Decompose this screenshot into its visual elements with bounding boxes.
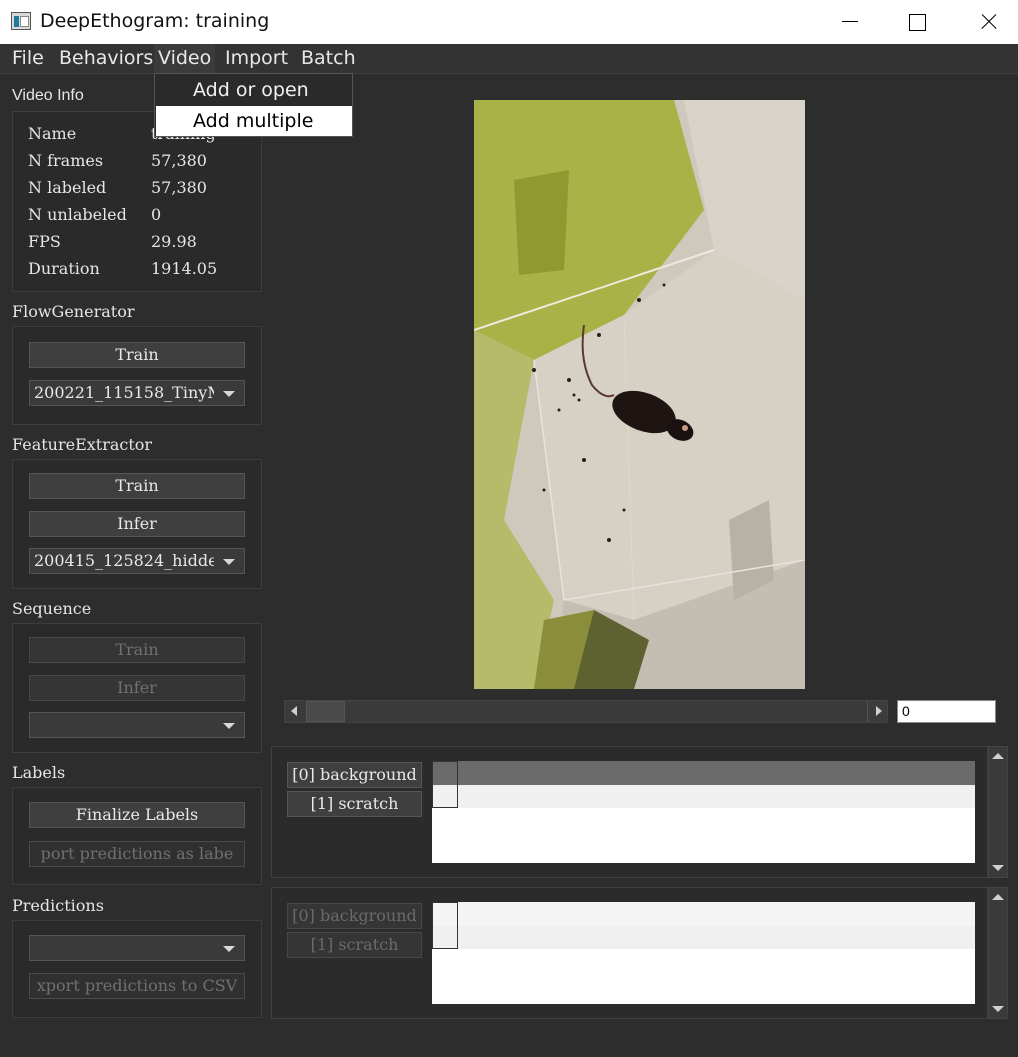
flowgenerator-train-button[interactable]: Train bbox=[29, 342, 245, 368]
menu-batch[interactable]: Batch bbox=[301, 44, 356, 73]
predictions-group: xport predictions to CSV bbox=[12, 920, 262, 1018]
featureextractor-model-select[interactable]: 200415_125824_hidden_t bbox=[29, 548, 245, 574]
scrollbar-handle[interactable] bbox=[306, 701, 345, 722]
info-key: N frames bbox=[28, 151, 104, 170]
ethogram-row-scratch bbox=[432, 926, 975, 949]
info-key: N unlabeled bbox=[28, 205, 127, 224]
minimize-button[interactable] bbox=[822, 0, 878, 44]
info-row-n-labeled: N labeled 57,380 bbox=[28, 178, 207, 197]
ethogram-row-background bbox=[432, 902, 975, 926]
video-menu-dropdown: Add or open Add multiple bbox=[154, 73, 353, 137]
sequence-infer-button[interactable]: Infer bbox=[29, 675, 245, 701]
menu-import[interactable]: Import bbox=[225, 44, 288, 73]
app-icon bbox=[11, 12, 31, 30]
sequence-model-select[interactable] bbox=[29, 712, 245, 738]
video-info-group: Nametraining N frames 57,380 N labeled 57,… bbox=[12, 111, 262, 292]
sequence-title: Sequence bbox=[12, 599, 92, 618]
scroll-down-arrow-icon[interactable] bbox=[989, 1000, 1007, 1018]
predictions-vertical-scrollbar[interactable] bbox=[988, 887, 1008, 1019]
info-row-duration: Duration 1914.05 bbox=[28, 259, 217, 278]
ethogram-row-scratch bbox=[432, 785, 975, 808]
predictions-select[interactable] bbox=[29, 935, 245, 961]
flowgenerator-title: FlowGenerator bbox=[12, 302, 135, 321]
menu-bar: File Behaviors Video Import Batch bbox=[0, 44, 1018, 73]
info-value: 29.98 bbox=[151, 232, 197, 251]
info-key: Duration bbox=[28, 259, 100, 278]
sequence-train-button[interactable]: Train bbox=[29, 637, 245, 663]
frame-number-input[interactable]: 0 bbox=[897, 700, 996, 723]
prediction-behavior-scratch[interactable]: [1] scratch bbox=[287, 932, 422, 958]
title-bar: DeepEthogram: training bbox=[0, 0, 1018, 44]
scroll-down-arrow-icon[interactable] bbox=[989, 859, 1007, 877]
predictions-title: Predictions bbox=[12, 896, 104, 915]
scroll-up-arrow-icon[interactable] bbox=[989, 747, 1007, 765]
label-behavior-scratch[interactable]: [1] scratch bbox=[287, 791, 422, 817]
prediction-behavior-background[interactable]: [0] background bbox=[287, 903, 422, 929]
menu-behaviors[interactable]: Behaviors bbox=[59, 44, 153, 73]
scroll-up-arrow-icon[interactable] bbox=[989, 888, 1007, 906]
chevron-down-icon bbox=[223, 559, 235, 565]
chevron-down-icon bbox=[223, 391, 235, 397]
labels-title: Labels bbox=[12, 763, 66, 782]
featureextractor-group: Train Infer 200415_125824_hidden_t bbox=[12, 459, 262, 589]
export-predictions-button[interactable]: xport predictions to CSV bbox=[29, 973, 245, 999]
labels-ethogram-panel: [0] background [1] scratch bbox=[271, 746, 988, 878]
flowgenerator-model-select[interactable]: 200221_115158_TinyMot bbox=[29, 380, 245, 406]
finalize-labels-button[interactable]: Finalize Labels bbox=[29, 802, 245, 828]
menu-item-add-multiple[interactable]: Add multiple bbox=[156, 106, 352, 136]
chevron-down-icon bbox=[223, 946, 235, 952]
info-row-fps: FPS 29.98 bbox=[28, 232, 197, 251]
info-key: FPS bbox=[28, 232, 61, 251]
info-key: Name bbox=[28, 124, 77, 143]
scroll-right-arrow-icon[interactable] bbox=[867, 701, 887, 722]
menu-file[interactable]: File bbox=[12, 44, 44, 73]
featureextractor-infer-button[interactable]: Infer bbox=[29, 511, 245, 537]
flowgenerator-group: Train 200221_115158_TinyMot bbox=[12, 326, 262, 425]
chevron-down-icon bbox=[223, 723, 235, 729]
info-value: 1914.05 bbox=[151, 259, 218, 278]
maximize-button[interactable] bbox=[889, 0, 945, 44]
info-value: 0 bbox=[151, 205, 162, 224]
featureextractor-model-text: 200415_125824_hidden_t bbox=[34, 551, 214, 570]
info-value: 57,380 bbox=[151, 178, 207, 197]
info-key: N labeled bbox=[28, 178, 107, 197]
flowgenerator-model-text: 200221_115158_TinyMot bbox=[34, 383, 214, 402]
import-predictions-as-labels-button[interactable]: port predictions as labe bbox=[29, 841, 245, 867]
video-frame[interactable] bbox=[474, 100, 805, 689]
menu-video[interactable]: Video bbox=[154, 44, 216, 73]
video-scrollbar[interactable] bbox=[284, 700, 888, 723]
scroll-left-arrow-icon[interactable] bbox=[285, 701, 305, 722]
info-row-name: Nametraining bbox=[28, 124, 216, 143]
labels-ethogram[interactable] bbox=[432, 761, 975, 863]
labels-vertical-scrollbar[interactable] bbox=[988, 746, 1008, 878]
menu-item-add-or-open[interactable]: Add or open bbox=[156, 75, 352, 105]
label-behavior-background[interactable]: [0] background bbox=[287, 762, 422, 788]
labels-group: Finalize Labels port predictions as labe bbox=[12, 787, 262, 885]
sequence-group: Train Infer bbox=[12, 623, 262, 753]
video-info-title: Video Info bbox=[12, 87, 84, 104]
featureextractor-title: FeatureExtractor bbox=[12, 435, 153, 454]
menu-divider bbox=[0, 73, 1018, 74]
info-row-n-unlabeled: N unlabeled 0 bbox=[28, 205, 161, 224]
ethogram-row-background bbox=[432, 761, 975, 785]
close-button[interactable] bbox=[960, 0, 1016, 44]
video-image bbox=[474, 100, 805, 689]
info-value: 57,380 bbox=[151, 151, 207, 170]
predictions-ethogram[interactable] bbox=[432, 902, 975, 1004]
predictions-ethogram-panel: [0] background [1] scratch bbox=[271, 887, 988, 1019]
featureextractor-train-button[interactable]: Train bbox=[29, 473, 245, 499]
window-title: DeepEthogram: training bbox=[40, 10, 270, 32]
current-frame-marker bbox=[432, 761, 458, 808]
current-frame-marker bbox=[432, 902, 458, 949]
info-row-n-frames: N frames 57,380 bbox=[28, 151, 207, 170]
